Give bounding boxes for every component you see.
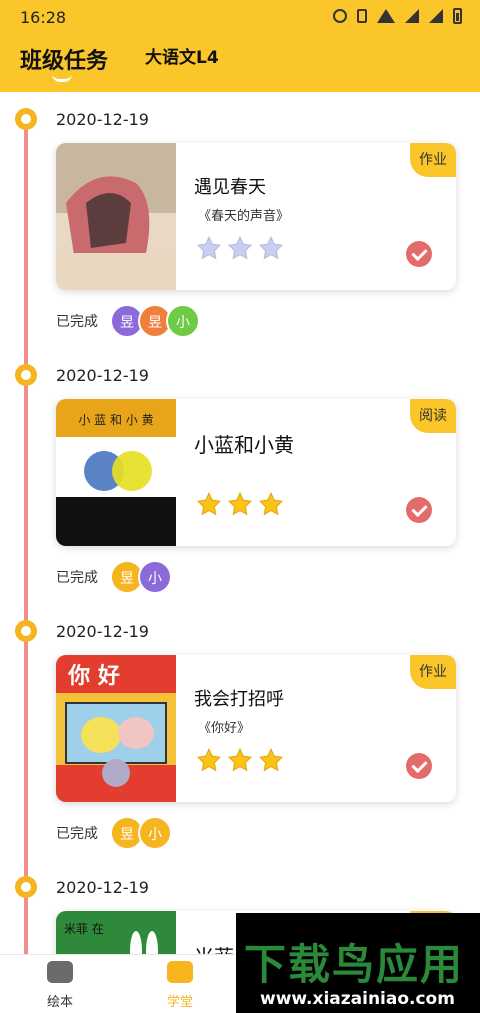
task-title: 遇见春天 bbox=[194, 177, 266, 198]
status-bar: 16:28 bbox=[0, 0, 480, 36]
student-avatars[interactable]: 昱 昱 小 bbox=[110, 304, 200, 338]
student-avatars[interactable]: 昱 小 bbox=[110, 816, 172, 850]
star-rating bbox=[196, 235, 284, 261]
nav-label: 绘本 bbox=[46, 995, 73, 1010]
completed-label: 已完成 bbox=[56, 826, 98, 842]
completed-label: 已完成 bbox=[56, 570, 98, 586]
task-card[interactable]: 小 蓝 和 小 黄 小蓝和小黄 阅读 bbox=[56, 399, 456, 546]
cover-title: 你 好 bbox=[67, 663, 120, 689]
completed-check-icon bbox=[406, 753, 432, 779]
task-type-badge: 作业 bbox=[410, 143, 456, 177]
timeline-dot bbox=[15, 108, 37, 130]
tab-class-tasks[interactable]: 班级任务 bbox=[20, 43, 108, 75]
star-filled-icon bbox=[197, 491, 221, 516]
tab-chinese-l4[interactable]: 大语文L4 bbox=[145, 43, 219, 68]
star-empty-icon bbox=[259, 235, 283, 260]
battery-icon bbox=[453, 8, 462, 24]
book-icon bbox=[47, 961, 73, 983]
star-filled-icon bbox=[228, 747, 252, 772]
avatar[interactable]: 小 bbox=[138, 816, 172, 850]
task-date: 2020-12-19 bbox=[56, 622, 149, 641]
book-cover-image: 你 好 bbox=[56, 655, 176, 802]
task-card[interactable]: 你 好 我会打招呼 《你好》 作业 bbox=[56, 655, 456, 802]
task-date: 2020-12-19 bbox=[56, 366, 149, 385]
task-date: 2020-12-19 bbox=[56, 110, 149, 129]
alarm-icon bbox=[333, 9, 347, 23]
star-filled-icon bbox=[259, 491, 283, 516]
student-avatars[interactable]: 昱 小 bbox=[110, 560, 172, 594]
task-date: 2020-12-19 bbox=[56, 878, 149, 897]
timeline-dot bbox=[15, 364, 37, 386]
task-book-name: 《你好》 bbox=[198, 721, 251, 736]
book-cover-image: 米菲 在 bbox=[56, 911, 176, 954]
tab-indicator bbox=[52, 74, 72, 82]
task-type-badge: 作业 bbox=[410, 655, 456, 689]
nav-picture-books[interactable]: 绘本 bbox=[20, 961, 100, 1010]
completed-row: 已完成 昱 小 bbox=[56, 559, 172, 595]
book-cover-image: 小 蓝 和 小 黄 bbox=[56, 399, 176, 546]
task-title: 我会打招呼 bbox=[194, 689, 284, 710]
cover-title: 小 蓝 和 小 黄 bbox=[78, 413, 153, 427]
star-empty-icon bbox=[228, 235, 252, 260]
watermark-url: www.xiazainiao.com bbox=[260, 989, 455, 1009]
avatar[interactable]: 小 bbox=[138, 560, 172, 594]
timeline-dot bbox=[15, 620, 37, 642]
task-type-badge: 阅读 bbox=[410, 399, 456, 433]
cover-title: 米菲 在 bbox=[64, 922, 104, 936]
completed-check-icon bbox=[406, 241, 432, 267]
task-book-name: 《春天的声音》 bbox=[198, 209, 290, 224]
completed-label: 已完成 bbox=[56, 314, 98, 330]
star-filled-icon bbox=[228, 491, 252, 516]
nav-school[interactable]: 学堂 bbox=[140, 961, 220, 1010]
watermark-logo: 下载鸟应用 www.xiazainiao.com bbox=[236, 913, 480, 1013]
nav-label: 学堂 bbox=[166, 995, 193, 1010]
completed-row: 已完成 昱 小 bbox=[56, 815, 172, 851]
watermark-title: 下载鸟应用 bbox=[244, 940, 465, 989]
book-cover-image bbox=[56, 143, 176, 290]
task-timeline[interactable]: 2020-12-19 遇见春天 《春天的声音》 作业 已完成 昱 昱 小 202… bbox=[0, 92, 480, 954]
star-filled-icon bbox=[259, 747, 283, 772]
star-rating bbox=[196, 491, 284, 517]
status-icons bbox=[333, 8, 462, 24]
school-icon bbox=[167, 961, 193, 983]
task-title: 小蓝和小黄 bbox=[194, 433, 294, 457]
star-rating bbox=[196, 747, 284, 773]
signal-icon-2 bbox=[429, 9, 443, 23]
completed-check-icon bbox=[406, 497, 432, 523]
task-card[interactable]: 遇见春天 《春天的声音》 作业 bbox=[56, 143, 456, 290]
app-header: 16:28 班级任务 大语文L4 bbox=[0, 0, 480, 92]
signal-icon bbox=[405, 9, 419, 23]
vibrate-icon bbox=[357, 9, 367, 23]
avatar[interactable]: 小 bbox=[166, 304, 200, 338]
star-empty-icon bbox=[197, 235, 221, 260]
timeline-dot bbox=[15, 876, 37, 898]
task-title: 米菲 bbox=[194, 941, 234, 954]
wifi-icon bbox=[377, 9, 395, 23]
status-time: 16:28 bbox=[20, 8, 67, 27]
star-filled-icon bbox=[197, 747, 221, 772]
completed-row: 已完成 昱 昱 小 bbox=[56, 303, 200, 339]
timeline-line bbox=[24, 112, 28, 954]
